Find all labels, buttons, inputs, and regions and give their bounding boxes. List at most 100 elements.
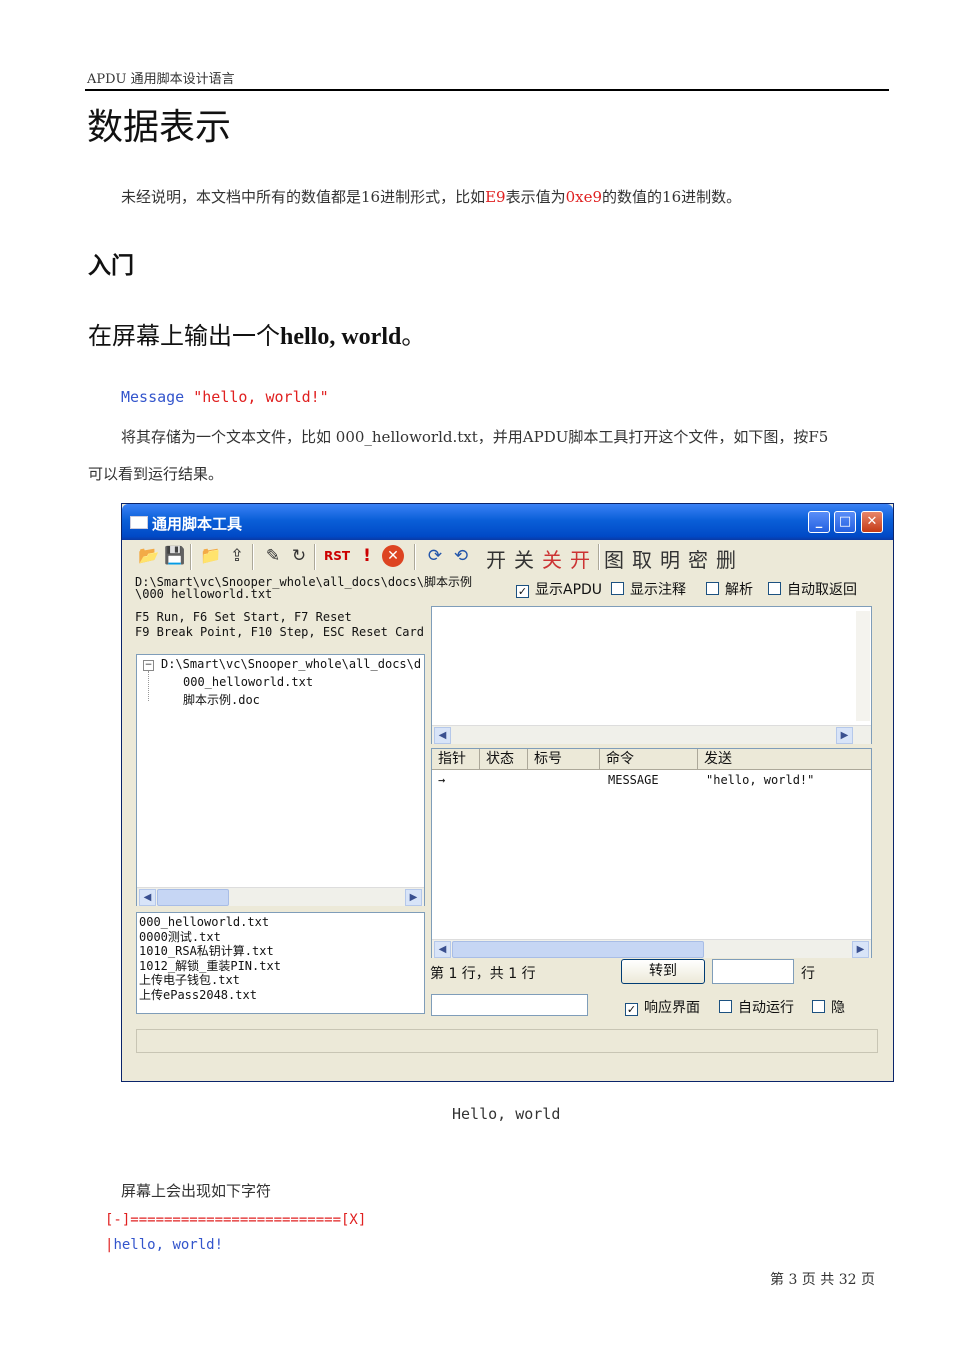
script-file-list[interactable]: 000_helloworld.txt 0000测试.txt 1010_RSA私钥… bbox=[136, 912, 425, 1014]
checkbox-box[interactable]: ✓ bbox=[625, 1003, 638, 1016]
tool-cipher-button[interactable]: 密 bbox=[688, 544, 708, 573]
scroll-left-icon[interactable]: ◀ bbox=[434, 941, 451, 958]
checkbox-hide[interactable]: 隐 bbox=[812, 997, 845, 1017]
command-input[interactable] bbox=[431, 994, 588, 1016]
checkbox-box[interactable]: ✓ bbox=[516, 585, 529, 598]
checkbox-label: 响应界面 bbox=[644, 1000, 700, 1016]
document-header: APDU 通用脚本设计语言 bbox=[87, 72, 235, 87]
example-title-suffix: 。 bbox=[401, 322, 426, 350]
maximize-button[interactable]: □ bbox=[834, 511, 856, 533]
instruction-line-2: 可以看到运行结果。 bbox=[88, 465, 224, 483]
list-item[interactable]: 0000测试.txt bbox=[139, 930, 281, 945]
upload-icon[interactable]: ⇪ bbox=[226, 545, 248, 567]
output-panel[interactable]: ◀ ▶ bbox=[431, 606, 872, 744]
tool-image-button[interactable]: 图 bbox=[604, 544, 624, 573]
list-item[interactable]: 上传电子钱包.txt bbox=[139, 973, 281, 988]
folder-icon[interactable]: 📁 bbox=[200, 545, 222, 567]
checkbox-box[interactable] bbox=[706, 582, 719, 595]
output-vscrollbar[interactable] bbox=[856, 611, 870, 721]
scroll-right-icon[interactable]: ▶ bbox=[405, 889, 422, 906]
checkbox-box[interactable] bbox=[611, 582, 624, 595]
list-item[interactable]: 上传ePass2048.txt bbox=[139, 988, 281, 1003]
refresh-doc-icon[interactable]: ↻ bbox=[288, 545, 310, 567]
scroll-right-icon[interactable]: ▶ bbox=[836, 727, 853, 744]
checkbox-label: 自动取返回 bbox=[787, 582, 857, 598]
stop-icon[interactable]: ✕ bbox=[382, 545, 404, 567]
folder-open-icon[interactable]: 📂 bbox=[138, 545, 160, 567]
tool-open-red-button[interactable]: 开 bbox=[570, 544, 590, 573]
goto-button[interactable]: 转到 bbox=[621, 959, 705, 984]
grid-row-command: MESSAGE bbox=[608, 773, 659, 787]
window-app-icon bbox=[130, 516, 148, 529]
list-item[interactable]: 000_helloworld.txt bbox=[139, 915, 281, 930]
checkbox-box[interactable] bbox=[768, 582, 781, 595]
checkbox-auto-fetch[interactable]: 自动取返回 bbox=[768, 579, 857, 599]
toolbar-separator bbox=[314, 544, 316, 570]
checkbox-label: 解析 bbox=[725, 582, 753, 598]
checkbox-box[interactable] bbox=[812, 1000, 825, 1013]
figure-caption: Hello, world bbox=[452, 1105, 561, 1123]
code-string: "hello, world!" bbox=[193, 388, 329, 406]
list-item[interactable]: 1012_解锁_重装PIN.txt bbox=[139, 959, 281, 974]
grid-col-send[interactable]: 发送 bbox=[698, 749, 871, 769]
intro-value-0xe9: 0xe9 bbox=[565, 188, 603, 206]
tool-plain-button[interactable]: 明 bbox=[660, 544, 680, 573]
checkbox-label: 显示注释 bbox=[630, 582, 686, 598]
save-icon[interactable]: 💾 bbox=[164, 545, 186, 567]
step-icon[interactable]: ! bbox=[356, 545, 378, 567]
grid-row-pointer: → bbox=[438, 773, 446, 787]
scroll-left-icon[interactable]: ◀ bbox=[139, 889, 156, 906]
tool-close-red-button[interactable]: 关 bbox=[542, 544, 562, 573]
edit-icon[interactable]: ✎ bbox=[262, 545, 284, 567]
grid-col-status[interactable]: 状态 bbox=[480, 749, 528, 769]
file-tree[interactable]: − D:\Smart\vc\Snooper_whole\all_docs\d 0… bbox=[136, 654, 425, 906]
tool-delete-button[interactable]: 删 bbox=[716, 544, 736, 573]
output-hscrollbar[interactable]: ◀ ▶ bbox=[432, 725, 871, 744]
tree-item[interactable]: 脚本示例.doc bbox=[183, 691, 260, 708]
checkbox-auto-run[interactable]: 自动运行 bbox=[719, 997, 794, 1017]
tool-open-button[interactable]: 开 bbox=[486, 544, 506, 573]
toolbar-separator bbox=[252, 544, 254, 570]
tree-item[interactable]: 000_helloworld.txt bbox=[183, 675, 313, 689]
output-line-2: |hello, world! bbox=[105, 1237, 223, 1253]
checkbox-show-apdu[interactable]: ✓ 显示APDU bbox=[516, 579, 602, 599]
grid-col-command[interactable]: 命令 bbox=[600, 749, 698, 769]
close-button[interactable]: ✕ bbox=[861, 511, 883, 533]
scroll-thumb[interactable] bbox=[452, 941, 704, 958]
reset-card-icon[interactable]: RST bbox=[324, 545, 350, 567]
line-status: 第 1 行，共 1 行 bbox=[430, 966, 536, 982]
checkbox-parse[interactable]: 解析 bbox=[706, 579, 753, 599]
tool-fetch-button[interactable]: 取 bbox=[632, 544, 652, 573]
grid-header: 指针 状态 标号 命令 发送 bbox=[432, 749, 871, 770]
page-footer: 第 3 页 共 32 页 bbox=[770, 1272, 875, 1288]
grid-col-pointer[interactable]: 指针 bbox=[432, 749, 480, 769]
instruction-line-1: 将其存储为一个文本文件，比如 000_helloworld.txt，并用APDU… bbox=[121, 428, 829, 446]
tool-close-button[interactable]: 关 bbox=[514, 544, 534, 573]
grid-col-label[interactable]: 标号 bbox=[528, 749, 600, 769]
sync-icon[interactable]: ⟳ bbox=[424, 545, 446, 567]
reload-icon[interactable]: ⟲ bbox=[450, 545, 472, 567]
tree-scrollbar[interactable]: ◀ ▶ bbox=[137, 887, 424, 906]
minimize-button[interactable]: _ bbox=[808, 511, 830, 533]
grid-hscrollbar[interactable]: ◀ ▶ bbox=[432, 939, 871, 958]
checkbox-label: 显示APDU bbox=[535, 582, 603, 598]
line-number-input[interactable] bbox=[712, 959, 794, 984]
list-item[interactable]: 1010_RSA私钥计算.txt bbox=[139, 944, 281, 959]
intro-paragraph: 未经说明，本文档中所有的数值都是16进制形式，比如E9表示值为0xe9的数值的1… bbox=[121, 186, 741, 207]
checkbox-responsive-ui[interactable]: ✓ 响应界面 bbox=[625, 997, 700, 1017]
checkbox-box[interactable] bbox=[719, 1000, 732, 1013]
scroll-right-icon[interactable]: ▶ bbox=[852, 941, 869, 958]
shortcut-help: F5 Run, F6 Set Start, F7 Reset F9 Break … bbox=[135, 610, 424, 640]
scroll-left-icon[interactable]: ◀ bbox=[434, 727, 451, 744]
tree-root[interactable]: D:\Smart\vc\Snooper_whole\all_docs\d bbox=[161, 657, 421, 671]
code-keyword: Message bbox=[121, 388, 185, 406]
toolbar-separator bbox=[190, 544, 192, 570]
scroll-thumb[interactable] bbox=[157, 889, 229, 906]
window-titlebar: 通用脚本工具 _ □ ✕ bbox=[122, 504, 893, 540]
subsection-title: 入门 bbox=[88, 252, 134, 279]
output-hello: hello, world! bbox=[113, 1237, 224, 1253]
toolbar-separator bbox=[414, 544, 416, 570]
checkbox-show-comments[interactable]: 显示注释 bbox=[611, 579, 686, 599]
collapse-icon[interactable]: − bbox=[143, 660, 154, 671]
command-grid[interactable]: 指针 状态 标号 命令 发送 → MESSAGE "hello, world!"… bbox=[431, 748, 872, 958]
